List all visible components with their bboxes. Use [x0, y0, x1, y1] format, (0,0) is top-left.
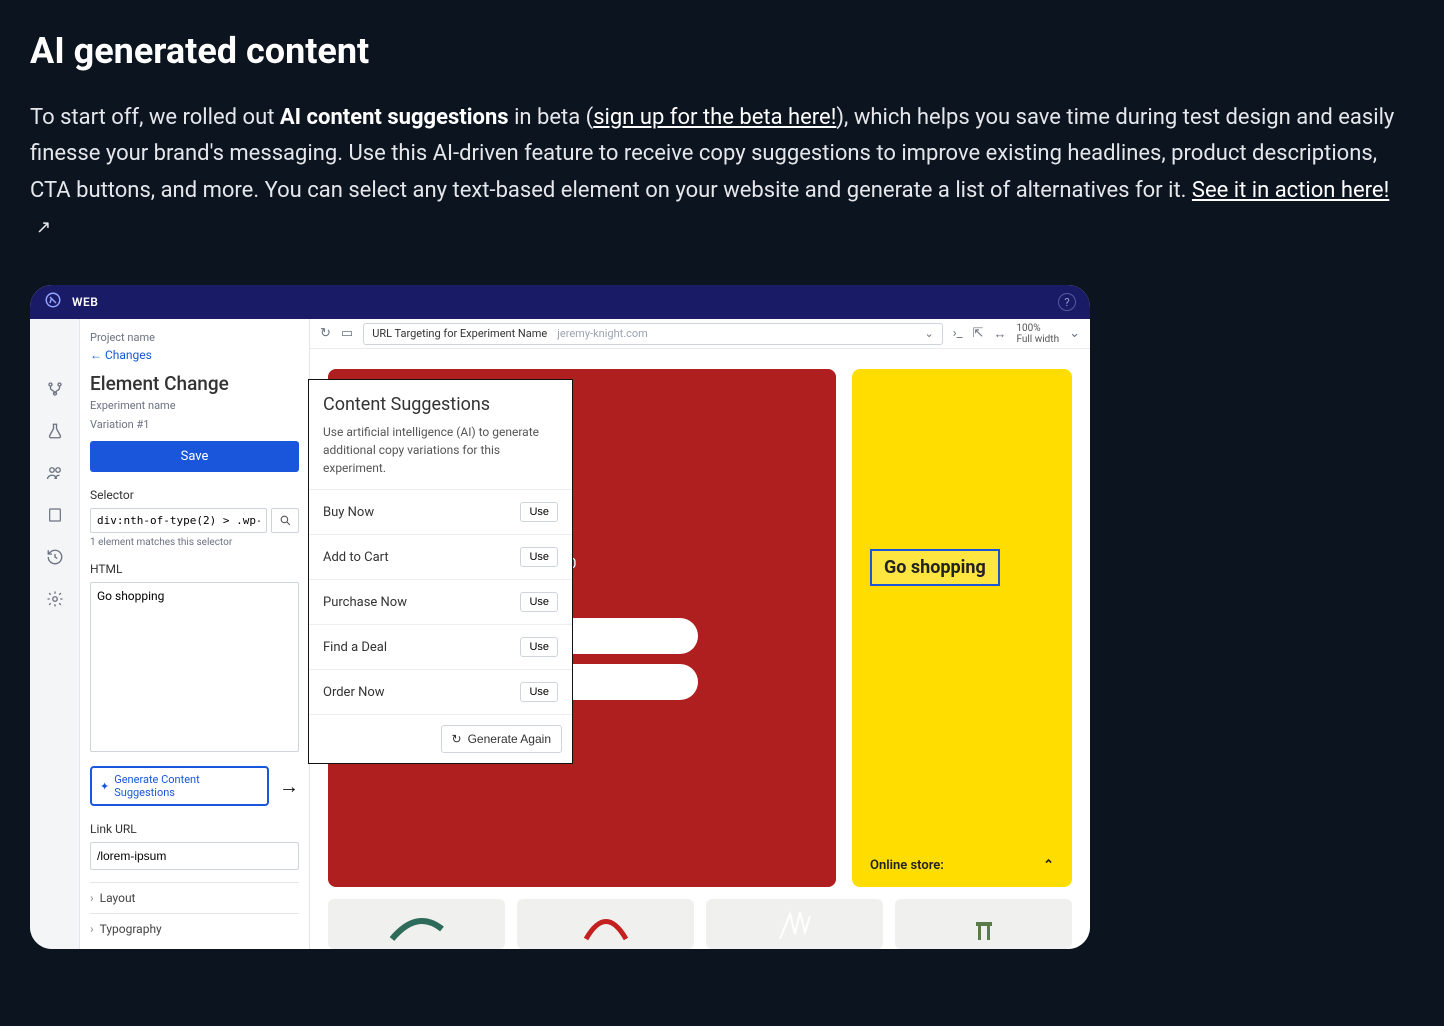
suggestion-row: Purchase Now Use: [309, 579, 572, 624]
selector-input[interactable]: [90, 508, 267, 533]
generate-again-label: Generate Again: [468, 732, 551, 746]
intro-text-2: in beta (: [509, 105, 594, 130]
use-suggestion-button[interactable]: Use: [520, 502, 558, 522]
popover-description: Use artificial intelligence (AI) to gene…: [309, 423, 572, 489]
help-icon[interactable]: ?: [1058, 293, 1076, 311]
chevron-right-icon: ›: [90, 922, 94, 936]
typography-section-toggle[interactable]: › Typography: [90, 913, 299, 944]
app-logo-icon: [44, 291, 62, 314]
chevron-right-icon: ›: [90, 891, 94, 905]
suggestion-row: Buy Now Use: [309, 489, 572, 534]
suggestion-row: Order Now Use: [309, 669, 572, 714]
suggestion-text: Purchase Now: [323, 595, 407, 610]
content-suggestions-popover: Content Suggestions Use artificial intel…: [308, 379, 573, 764]
url-targeting-box[interactable]: URL Targeting for Experiment Name jeremy…: [363, 323, 943, 345]
intro-text-1: To start off, we rolled out: [30, 105, 280, 130]
zoom-indicator[interactable]: 100% Full width: [1016, 323, 1059, 345]
generate-suggestions-button[interactable]: ✦ Generate Content Suggestions: [90, 766, 269, 806]
resize-icon[interactable]: ↔: [993, 326, 1006, 342]
zoom-percent: 100%: [1016, 323, 1059, 334]
generate-suggestions-label: Generate Content Suggestions: [114, 773, 259, 799]
experiment-name: Experiment name: [90, 399, 299, 412]
history-icon[interactable]: [45, 547, 65, 567]
suggestion-text: Add to Cart: [323, 550, 389, 565]
back-to-changes-link[interactable]: ← Changes: [90, 348, 299, 362]
branches-icon[interactable]: [45, 379, 65, 399]
suggestion-text: Order Now: [323, 685, 385, 700]
intro-paragraph: To start off, we rolled out AI content s…: [30, 100, 1410, 245]
use-suggestion-button[interactable]: Use: [520, 637, 558, 657]
suggestion-text: Find a Deal: [323, 640, 387, 655]
preview-selected-cta[interactable]: Go shopping: [870, 549, 1000, 586]
suggestion-text: Buy Now: [323, 505, 374, 520]
yellow-footer-label: Online store:: [870, 858, 944, 873]
thumbnail-1: [328, 899, 505, 949]
url-title: URL Targeting for Experiment Name: [372, 327, 547, 340]
element-change-panel: Project name ← Changes Element Change Ex…: [80, 319, 310, 949]
preview-yellow-card: Go shopping Online store: ⌃: [852, 369, 1072, 887]
product-label: WEB: [72, 295, 98, 309]
zoom-mode: Full width: [1016, 334, 1059, 345]
link-url-label: Link URL: [90, 822, 299, 836]
generate-again-button[interactable]: ↻ Generate Again: [441, 725, 562, 753]
layout-section-label: Layout: [100, 891, 136, 905]
sparkle-icon: ✦: [100, 780, 109, 793]
thumbnail-4: [895, 899, 1072, 949]
panel-title: Element Change: [90, 372, 299, 395]
selector-match-note: 1 element matches this selector: [90, 537, 299, 548]
suggestion-row: Find a Deal Use: [309, 624, 572, 669]
code-icon[interactable]: ›_: [953, 326, 963, 341]
thumbnail-3: [706, 899, 883, 949]
variation-label: Variation #1: [90, 418, 299, 431]
suggestion-row: Add to Cart Use: [309, 534, 572, 579]
preview-thumbnails: [310, 887, 1090, 949]
audiences-icon[interactable]: [45, 463, 65, 483]
popover-title: Content Suggestions: [309, 380, 572, 423]
url-host: jeremy-knight.com: [557, 327, 648, 340]
thumbnail-2: [517, 899, 694, 949]
html-textarea[interactable]: [90, 582, 299, 752]
chevron-down-icon: ⌄: [925, 327, 934, 340]
app-topbar: WEB ?: [30, 285, 1090, 319]
typography-section-label: Typography: [100, 922, 162, 936]
use-suggestion-button[interactable]: Use: [520, 592, 558, 612]
canvas-toolbar: ↻ ▭ URL Targeting for Experiment Name je…: [310, 319, 1090, 349]
cursor-icon[interactable]: ⇱: [973, 326, 984, 341]
selector-search-button[interactable]: [271, 508, 299, 533]
chevron-up-icon[interactable]: ⌃: [1043, 858, 1054, 873]
signup-link[interactable]: sign up for the beta here!: [593, 105, 836, 130]
intro-bold: AI content suggestions: [280, 105, 509, 130]
window-icon[interactable]: ▭: [341, 326, 353, 341]
refresh-icon: ↻: [452, 732, 462, 746]
refresh-icon[interactable]: ↻: [320, 326, 331, 341]
app-screenshot: WEB ? Project name ← Changes Element Cha…: [30, 285, 1090, 949]
external-link-icon: ↗: [36, 213, 51, 243]
link-url-input[interactable]: [90, 842, 299, 870]
pages-icon[interactable]: [45, 505, 65, 525]
project-name-label: Project name: [90, 331, 299, 344]
arrow-right-icon: →: [279, 774, 299, 799]
settings-gear-icon[interactable]: [45, 589, 65, 609]
selector-label: Selector: [90, 488, 299, 502]
use-suggestion-button[interactable]: Use: [520, 547, 558, 567]
html-label: HTML: [90, 562, 299, 576]
layout-section-toggle[interactable]: › Layout: [90, 882, 299, 913]
icon-rail: [30, 319, 80, 949]
flask-icon[interactable]: [45, 421, 65, 441]
save-button[interactable]: Save: [90, 441, 299, 472]
see-action-link[interactable]: See it in action here!: [1192, 178, 1389, 203]
use-suggestion-button[interactable]: Use: [520, 682, 558, 702]
chevron-down-icon[interactable]: ⌄: [1069, 326, 1080, 341]
page-heading: AI generated content: [30, 30, 1414, 72]
